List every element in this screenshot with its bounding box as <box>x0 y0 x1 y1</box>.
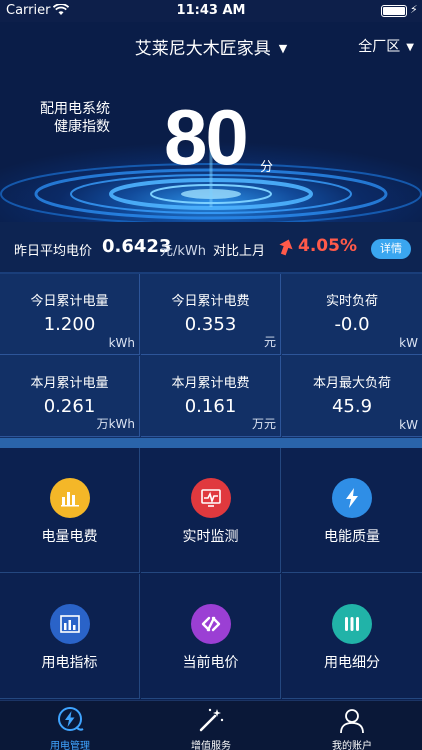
caret-down-icon: ▼ <box>406 42 414 53</box>
tab-label: 我的账户 <box>332 741 372 750</box>
tab-label: 增值服务 <box>191 741 231 750</box>
stat-unit: 万元 <box>251 417 276 431</box>
stat-month-max-load[interactable]: 本月最大负荷 45.9 kW <box>282 356 422 437</box>
trend-up-arrow-icon <box>279 239 293 256</box>
menu-current-price[interactable]: 当前电价 <box>141 574 281 699</box>
stat-value: -0.0 <box>334 314 370 335</box>
stat-label: 实时负荷 <box>325 294 378 309</box>
health-index-label: 配用电系统 健康指数 <box>24 100 110 136</box>
stat-unit: 万kWh <box>96 417 135 431</box>
caret-down-icon: ▼ <box>278 42 288 55</box>
segments-icon <box>332 604 372 644</box>
user-icon <box>340 709 364 734</box>
bar-chart-icon <box>50 478 90 518</box>
avg-price-label: 昨日平均电价 <box>14 244 93 259</box>
stat-value: 45.9 <box>331 396 373 417</box>
tab-value-added[interactable]: 增值服务 <box>141 701 281 750</box>
app-screen: Carrier 11:43 AM ⚡ 艾莱尼大木匠家具 ▼ 全厂区 ▼ 配用电系统 <box>0 0 422 750</box>
menu-label: 用电指标 <box>41 655 98 671</box>
menu-label: 用电细分 <box>324 655 380 671</box>
tab-power-management[interactable]: 用电管理 <box>0 701 140 750</box>
stat-value: 0.353 <box>184 314 237 335</box>
stat-month-fee[interactable]: 本月累计电费 0.161 万元 <box>141 356 281 437</box>
health-hero: 艾莱尼大木匠家具 ▼ 全厂区 ▼ 配用电系统 健康指数 80 分 <box>0 22 422 222</box>
stat-label: 本月最大负荷 <box>312 376 391 391</box>
magic-wand-icon <box>199 708 224 732</box>
price-change-value: 4.05% <box>298 236 357 256</box>
health-label-line1: 配用电系统 <box>40 101 110 117</box>
stats-grid: 今日累计电量 1.200 kWh 今日累计电费 0.353 元 实时负荷 -0.… <box>0 274 422 438</box>
compare-label: 对比上月 <box>213 244 266 259</box>
stat-unit: kWh <box>108 336 135 350</box>
menu-label: 当前电价 <box>182 655 239 671</box>
stat-unit: kW <box>399 418 418 432</box>
stat-value: 1.200 <box>43 314 96 335</box>
menu-usage-breakdown[interactable]: 用电细分 <box>282 574 422 699</box>
stat-today-fee[interactable]: 今日累计电费 0.353 元 <box>141 274 281 355</box>
stat-label: 本月累计电量 <box>30 376 109 391</box>
stat-label: 今日累计电费 <box>171 294 250 309</box>
stat-month-energy[interactable]: 本月累计电量 0.261 万kWh <box>0 356 140 437</box>
lightning-icon <box>332 478 372 518</box>
menu-energy-fee[interactable]: 电量电费 <box>0 448 140 573</box>
stat-value: 0.261 <box>43 396 96 417</box>
price-tag-icon <box>191 604 231 644</box>
status-bar: Carrier 11:43 AM ⚡ <box>0 0 422 22</box>
stat-label: 今日累计电量 <box>30 294 109 309</box>
stat-unit: kW <box>399 336 418 350</box>
charging-icon: ⚡ <box>410 3 418 16</box>
stat-unit: 元 <box>263 335 276 349</box>
stat-label: 本月累计电费 <box>171 376 250 391</box>
battery-icon <box>381 5 407 17</box>
tab-my-account[interactable]: 我的账户 <box>282 701 422 750</box>
clock: 11:43 AM <box>176 3 246 18</box>
power-plug-icon <box>58 707 84 731</box>
stat-realtime-load[interactable]: 实时负荷 -0.0 kW <box>282 274 422 355</box>
function-menu: 电量电费 实时监测 电能质量 用电指标 当前电价 用电细分 <box>0 448 422 700</box>
menu-power-quality[interactable]: 电能质量 <box>282 448 422 573</box>
area-name: 全厂区 <box>358 39 401 55</box>
menu-label: 实时监测 <box>182 529 239 545</box>
tab-label: 用电管理 <box>50 741 90 750</box>
section-divider <box>0 438 422 448</box>
indicator-chart-icon <box>50 604 90 644</box>
stat-today-energy[interactable]: 今日累计电量 1.200 kWh <box>0 274 140 355</box>
area-selector[interactable]: 全厂区 ▼ <box>358 36 414 56</box>
stat-value: 0.161 <box>184 396 237 417</box>
price-strip: 昨日平均电价 0.6423 元/kWh 对比上月 4.05% 详情 <box>0 222 422 274</box>
menu-label: 电能质量 <box>324 529 380 545</box>
menu-label: 电量电费 <box>41 529 98 545</box>
health-score-unit: 分 <box>260 160 274 175</box>
tab-bar: 用电管理 增值服务 我的账户 <box>0 700 422 750</box>
company-name: 艾莱尼大木匠家具 <box>134 39 271 59</box>
health-label-line2: 健康指数 <box>54 119 110 135</box>
menu-usage-indicator[interactable]: 用电指标 <box>0 574 140 699</box>
detail-button[interactable]: 详情 <box>371 239 411 259</box>
menu-realtime-monitor[interactable]: 实时监测 <box>141 448 281 573</box>
avg-price-unit: 元/kWh <box>160 244 207 259</box>
monitor-icon <box>191 478 231 518</box>
health-score: 80 <box>164 93 249 181</box>
